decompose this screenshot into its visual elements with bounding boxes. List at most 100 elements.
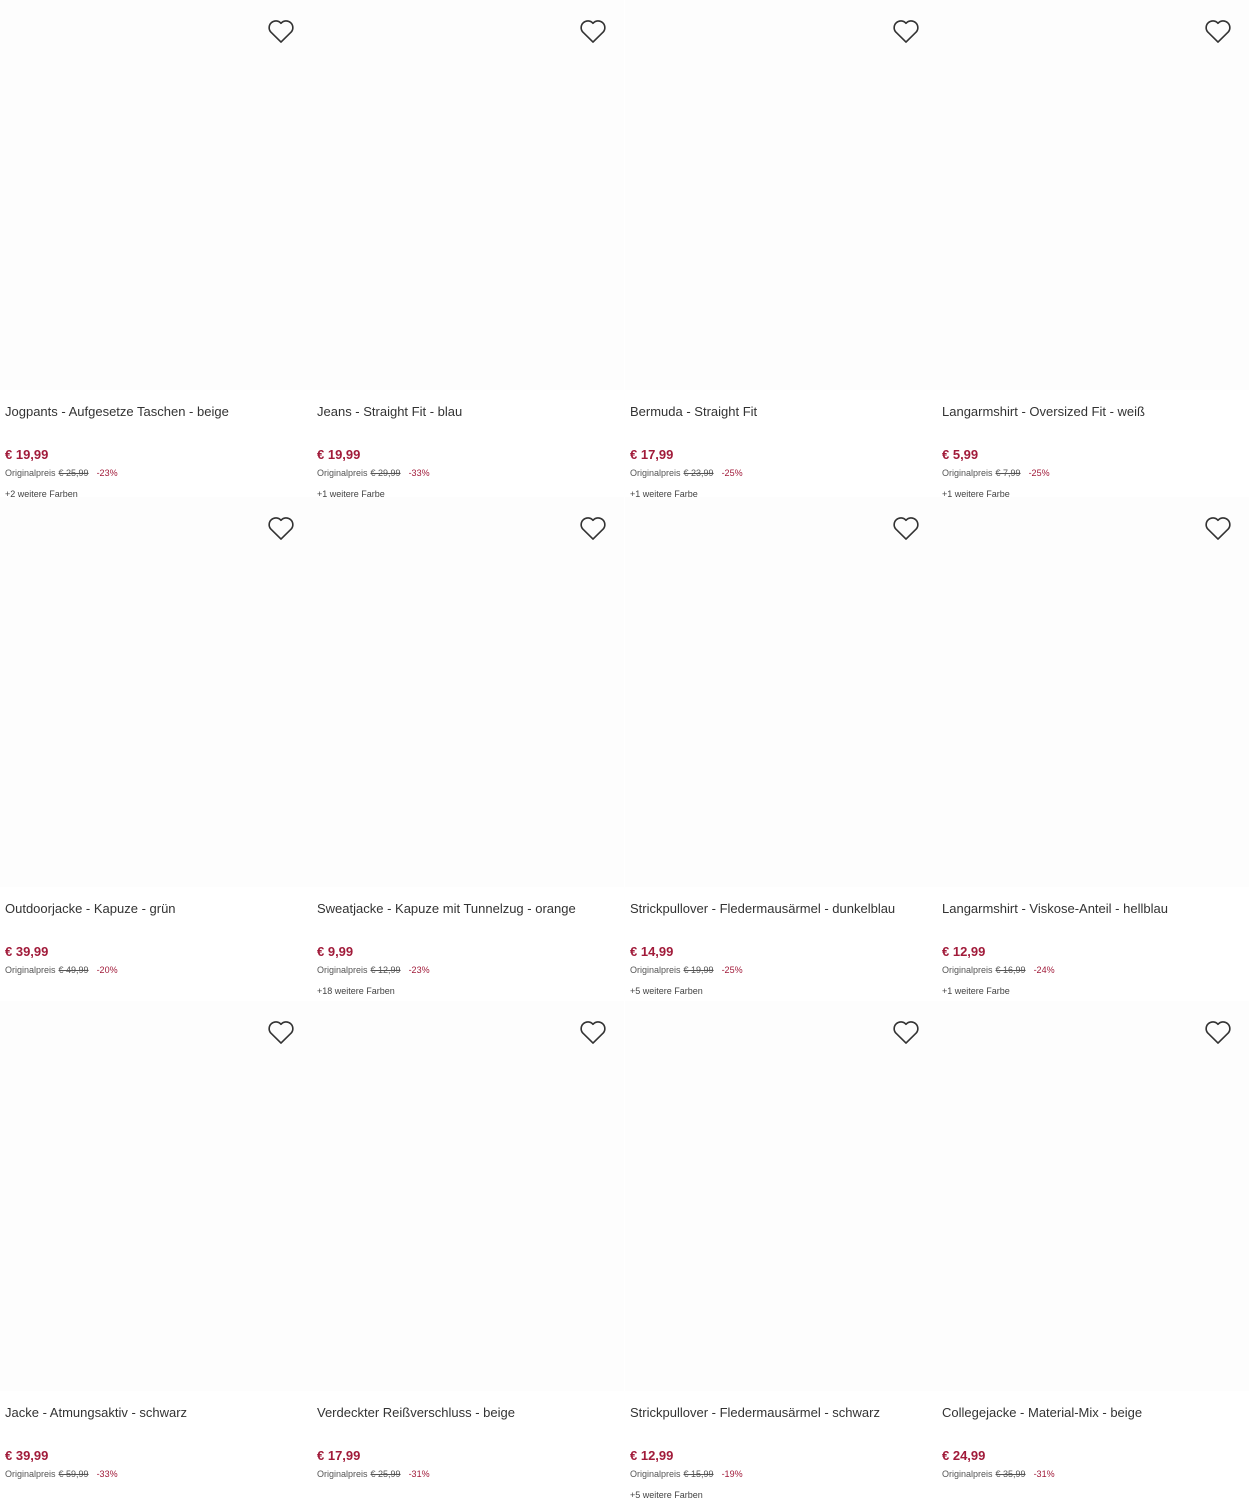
- wishlist-heart-icon[interactable]: [891, 16, 921, 46]
- original-price-row: Originalpreis € 59,99 -33%: [5, 1468, 118, 1481]
- product-image[interactable]: [312, 497, 624, 887]
- product-title[interactable]: Sweatjacke - Kapuze mit Tunnelzug - oran…: [317, 900, 617, 918]
- product-title[interactable]: Jogpants - Aufgesetze Taschen - beige: [5, 403, 305, 421]
- original-price-row: Originalpreis € 29,99 -33%: [317, 467, 430, 480]
- original-price-row: Originalpreis € 15,99 -19%: [630, 1468, 743, 1481]
- discount-badge: -25%: [1028, 468, 1050, 478]
- original-price: € 35,99: [995, 1469, 1026, 1479]
- product-title[interactable]: Strickpullover - Fledermausärmel - schwa…: [630, 1404, 930, 1422]
- discount-badge: -20%: [96, 965, 118, 975]
- wishlist-heart-icon[interactable]: [891, 513, 921, 543]
- original-price: € 15,99: [683, 1469, 714, 1479]
- discount-badge: -23%: [408, 965, 430, 975]
- original-price-row: Originalpreis € 7,99 -25%: [942, 467, 1050, 480]
- original-price-label: Originalpreis: [317, 1469, 368, 1479]
- product-price: € 17,99: [317, 1448, 361, 1463]
- original-price-row: Originalpreis € 25,99 -23%: [5, 467, 118, 480]
- product-title[interactable]: Jeans - Straight Fit - blau: [317, 403, 617, 421]
- wishlist-heart-icon[interactable]: [891, 1017, 921, 1047]
- product-image[interactable]: [625, 1001, 937, 1391]
- product-price: € 5,99: [942, 447, 979, 462]
- discount-badge: -19%: [721, 1469, 743, 1479]
- original-price-label: Originalpreis: [5, 468, 56, 478]
- product-title[interactable]: Langarmshirt - Viskose-Anteil - hellblau: [942, 900, 1242, 918]
- original-price-label: Originalpreis: [630, 965, 681, 975]
- product-title[interactable]: Strickpullover - Fledermausärmel - dunke…: [630, 900, 930, 918]
- product-image[interactable]: [0, 0, 312, 390]
- original-price-label: Originalpreis: [5, 965, 56, 975]
- product-title[interactable]: Outdoorjacke - Kapuze - grün: [5, 900, 305, 918]
- product-image[interactable]: [0, 497, 312, 887]
- wishlist-heart-icon[interactable]: [1203, 16, 1233, 46]
- original-price-label: Originalpreis: [942, 1469, 993, 1479]
- wishlist-heart-icon[interactable]: [578, 16, 608, 46]
- product-title[interactable]: Collegejacke - Material-Mix - beige: [942, 1404, 1242, 1422]
- original-price: € 7,99: [995, 468, 1021, 478]
- product-price: € 12,99: [942, 944, 986, 959]
- discount-badge: -31%: [1033, 1469, 1055, 1479]
- product-price: € 19,99: [317, 447, 361, 462]
- discount-badge: -24%: [1033, 965, 1055, 975]
- product-price: € 19,99: [5, 447, 49, 462]
- discount-badge: -33%: [408, 468, 430, 478]
- original-price-label: Originalpreis: [317, 468, 368, 478]
- original-price: € 16,99: [995, 965, 1026, 975]
- original-price-label: Originalpreis: [942, 965, 993, 975]
- product-price: € 12,99: [630, 1448, 674, 1463]
- product-title[interactable]: Langarmshirt - Oversized Fit - weiß: [942, 403, 1242, 421]
- product-image[interactable]: [312, 1001, 624, 1391]
- more-colors-link[interactable]: +5 weitere Farben: [630, 1489, 703, 1502]
- original-price-row: Originalpreis € 16,99 -24%: [942, 964, 1055, 977]
- original-price-row: Originalpreis € 25,99 -31%: [317, 1468, 430, 1481]
- wishlist-heart-icon[interactable]: [1203, 513, 1233, 543]
- original-price: € 25,99: [58, 468, 89, 478]
- product-title[interactable]: Bermuda - Straight Fit: [630, 403, 930, 421]
- product-price: € 17,99: [630, 447, 674, 462]
- original-price: € 49,99: [58, 965, 89, 975]
- product-image[interactable]: [0, 1001, 312, 1391]
- discount-badge: -33%: [96, 1469, 118, 1479]
- discount-badge: -25%: [721, 468, 743, 478]
- original-price: € 29,99: [370, 468, 401, 478]
- discount-badge: -31%: [408, 1469, 430, 1479]
- wishlist-heart-icon[interactable]: [1203, 1017, 1233, 1047]
- original-price: € 23,99: [683, 468, 714, 478]
- product-price: € 9,99: [317, 944, 354, 959]
- product-title[interactable]: Jacke - Atmungsaktiv - schwarz: [5, 1404, 305, 1422]
- original-price: € 59,99: [58, 1469, 89, 1479]
- product-image[interactable]: [937, 1001, 1249, 1391]
- discount-badge: -23%: [96, 468, 118, 478]
- more-colors-link[interactable]: +5 weitere Farben: [630, 985, 703, 998]
- original-price: € 25,99: [370, 1469, 401, 1479]
- original-price-label: Originalpreis: [630, 468, 681, 478]
- original-price-label: Originalpreis: [942, 468, 993, 478]
- original-price-row: Originalpreis € 49,99 -20%: [5, 964, 118, 977]
- original-price: € 19,99: [683, 965, 714, 975]
- product-price: € 24,99: [942, 1448, 986, 1463]
- more-colors-link[interactable]: +18 weitere Farben: [317, 985, 395, 998]
- original-price-row: Originalpreis € 23,99 -25%: [630, 467, 743, 480]
- discount-badge: -25%: [721, 965, 743, 975]
- wishlist-heart-icon[interactable]: [266, 1017, 296, 1047]
- wishlist-heart-icon[interactable]: [578, 513, 608, 543]
- original-price-row: Originalpreis € 12,99 -23%: [317, 964, 430, 977]
- product-price: € 39,99: [5, 944, 49, 959]
- wishlist-heart-icon[interactable]: [266, 16, 296, 46]
- original-price-row: Originalpreis € 19,99 -25%: [630, 964, 743, 977]
- wishlist-heart-icon[interactable]: [578, 1017, 608, 1047]
- product-title[interactable]: Verdeckter Reißverschluss - beige: [317, 1404, 617, 1422]
- product-image[interactable]: [937, 497, 1249, 887]
- original-price-label: Originalpreis: [317, 965, 368, 975]
- original-price-label: Originalpreis: [5, 1469, 56, 1479]
- product-price: € 14,99: [630, 944, 674, 959]
- original-price-label: Originalpreis: [630, 1469, 681, 1479]
- product-image[interactable]: [625, 497, 937, 887]
- wishlist-heart-icon[interactable]: [266, 513, 296, 543]
- product-image[interactable]: [625, 0, 937, 390]
- original-price: € 12,99: [370, 965, 401, 975]
- product-image[interactable]: [312, 0, 624, 390]
- more-colors-link[interactable]: +1 weitere Farbe: [942, 985, 1010, 998]
- product-image[interactable]: [937, 0, 1249, 390]
- original-price-row: Originalpreis € 35,99 -31%: [942, 1468, 1055, 1481]
- product-price: € 39,99: [5, 1448, 49, 1463]
